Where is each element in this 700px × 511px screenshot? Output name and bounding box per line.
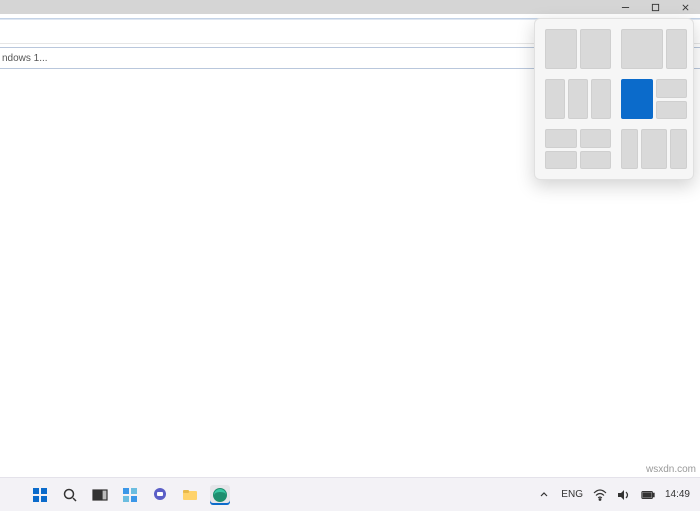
taskbar-pinned — [30, 485, 230, 505]
snap-cell[interactable] — [580, 151, 612, 170]
snap-cell[interactable] — [580, 29, 612, 69]
edge-icon[interactable] — [210, 485, 230, 505]
snap-layout-left-split[interactable] — [621, 79, 687, 119]
start-button[interactable] — [30, 485, 50, 505]
snap-layout-5050[interactable] — [545, 29, 611, 69]
language-indicator[interactable]: ENG — [561, 489, 583, 500]
chat-icon[interactable] — [150, 485, 170, 505]
watermark: wsxdn.com — [646, 464, 696, 475]
snap-layout-thirds[interactable] — [545, 79, 611, 119]
explorer-icon[interactable] — [180, 485, 200, 505]
snap-cell[interactable] — [545, 79, 565, 119]
volume-icon[interactable] — [617, 488, 631, 502]
snap-cell[interactable] — [545, 151, 577, 170]
snap-cell[interactable] — [591, 79, 611, 119]
snap-cell[interactable] — [580, 129, 612, 148]
snap-layout-center[interactable] — [621, 129, 687, 169]
search-icon[interactable] — [60, 485, 80, 505]
snap-layout-7030[interactable] — [621, 29, 687, 69]
titlebar — [0, 0, 700, 14]
maximize-button[interactable] — [640, 0, 670, 14]
close-button[interactable] — [670, 0, 700, 14]
taskbar: ENG 14:49 — [0, 477, 700, 511]
snap-cell[interactable] — [545, 29, 577, 69]
system-tray: ENG 14:49 — [537, 488, 700, 502]
snap-cell[interactable] — [656, 79, 688, 98]
snap-cell[interactable] — [568, 79, 588, 119]
battery-icon[interactable] — [641, 488, 655, 502]
snap-cell[interactable] — [641, 129, 668, 169]
widgets-icon[interactable] — [120, 485, 140, 505]
snap-layouts-flyout — [534, 18, 694, 180]
snap-cell-active[interactable] — [621, 79, 653, 119]
tray-overflow-icon[interactable] — [537, 488, 551, 502]
snap-cell[interactable] — [666, 29, 687, 69]
snap-cell[interactable] — [545, 129, 577, 148]
clock[interactable]: 14:49 — [665, 490, 690, 500]
minimize-button[interactable] — [610, 0, 640, 14]
tab-title[interactable]: ndows 1... — [2, 53, 48, 64]
clock-time: 14:49 — [665, 490, 690, 500]
snap-cell[interactable] — [670, 129, 687, 169]
snap-cell[interactable] — [656, 101, 688, 120]
snap-layout-quad[interactable] — [545, 129, 611, 169]
snap-cell[interactable] — [621, 129, 638, 169]
taskview-icon[interactable] — [90, 485, 110, 505]
wifi-icon[interactable] — [593, 488, 607, 502]
window: ndows 1... — [0, 0, 700, 511]
snap-cell[interactable] — [621, 29, 663, 69]
